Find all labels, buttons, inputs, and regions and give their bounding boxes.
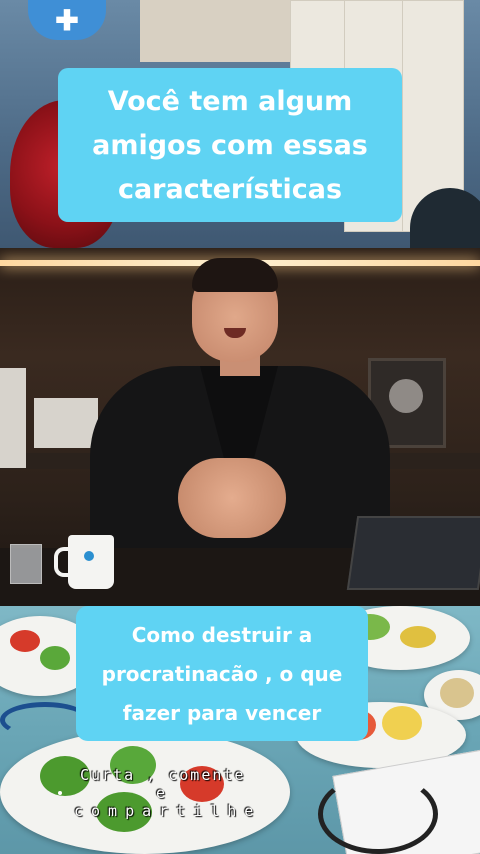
presenter-hands [178, 458, 286, 538]
caption-bottom-line-2: procratinacão , o que [101, 662, 343, 686]
caption-top-line-2: amigos com essas [92, 130, 368, 161]
caption-bottom-line-1: Como destruir a [131, 623, 313, 647]
crystal-ornament [10, 544, 42, 584]
coffee-mug [54, 535, 114, 589]
cta-line-2: e [56, 784, 261, 802]
book-stack-left [0, 368, 26, 468]
caption-bottom: Como destruir a procratinacão , o que fa… [76, 606, 368, 741]
presenter-hair [192, 258, 278, 292]
book-stack-middle [34, 398, 98, 448]
call-to-action-text: Curta , comente e compartilhe [56, 766, 261, 820]
cta-line-1: Curta , comente [80, 766, 246, 784]
medical-cross-icon: ✚ [28, 0, 106, 40]
vegetable-piece [40, 646, 70, 670]
medicine-shelf [140, 0, 290, 62]
tablet-device [346, 516, 480, 590]
caption-top-line-3: características [117, 174, 343, 205]
stethoscope-black [318, 774, 438, 854]
nuts [440, 678, 474, 708]
cta-line-3: compartilhe [74, 802, 262, 820]
fruit [382, 706, 422, 740]
vegetable-piece [400, 626, 436, 648]
tomato-slice [10, 630, 40, 652]
caption-top: Você tem algum amigos com essas caracter… [58, 68, 402, 222]
studio-scene [0, 248, 480, 606]
caption-bottom-line-3: fazer para vencer [122, 701, 322, 725]
caption-top-line-1: Você tem algum [107, 86, 353, 117]
